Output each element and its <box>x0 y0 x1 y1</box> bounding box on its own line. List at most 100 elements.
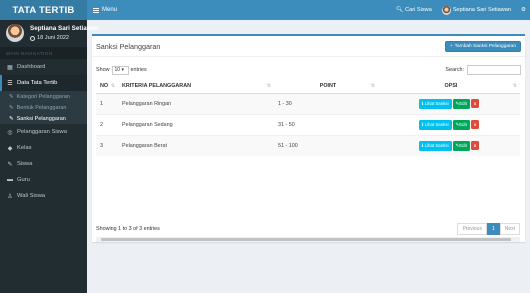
pin-icon: ✎ <box>9 115 14 122</box>
cell-kriteria: Pelanggaran Sedang <box>118 113 274 135</box>
edit-button[interactable]: ✎Edit <box>452 140 470 151</box>
table-header-row: NO ⇅ KRITERIA PELANGGARAN ⇅ POINT ⇅ OPSI ⇅ <box>96 79 520 94</box>
sort-icon: ⇅ <box>512 82 517 89</box>
search-input[interactable] <box>467 65 521 75</box>
sidebar-subitem-sanksi[interactable]: ✎ Sanksi Pelanggaran <box>0 113 87 124</box>
user-date-text: 18 Juni 2022 <box>37 35 70 41</box>
delete-button[interactable]: x <box>470 120 480 129</box>
submenu: ✎ Kategori Pelanggaran ✎ Bentuk Pelangga… <box>0 91 87 124</box>
sidebar-subitem-label: Sanksi Pelanggaran <box>16 115 66 122</box>
delete-label: x <box>473 122 477 127</box>
user-date: 18 Juni 2022 <box>30 35 87 41</box>
clock-icon <box>30 35 35 41</box>
table-footer: Showing 1 to 3 of 3 entries Previous 1 N… <box>96 223 520 235</box>
app-logo[interactable]: TATA TERTIB <box>0 0 87 20</box>
sidebar-item-data-tata-tertib[interactable]: ☰ Data Tata Tertib <box>0 75 87 91</box>
avatar <box>441 5 451 15</box>
sidebar-item-pelanggaran-siswa[interactable]: ◎ Pelanggaran Siswa <box>0 124 87 140</box>
sidebar-item-label: Guru <box>17 177 30 183</box>
edit-button[interactable]: ✎Edit <box>452 119 470 130</box>
user-panel: Septiana Sari Setiawan 18 Juni 2022 <box>0 20 99 47</box>
add-sanksi-button[interactable]: + Tambah Sanksi Pelanggaran <box>444 40 521 52</box>
sidebar-subitem-kategori[interactable]: ✎ Kategori Pelanggaran <box>0 91 87 102</box>
user-menu-label: Septiana Sari Setiawan <box>452 7 511 13</box>
box-header: Sanksi Pelanggaran + Tambah Sanksi Pelan… <box>92 36 525 57</box>
column-header-opsi[interactable]: OPSI ⇅ <box>378 79 520 94</box>
cell-no: 3 <box>96 134 118 156</box>
delete-button[interactable]: x <box>470 141 480 151</box>
cell-kriteria: Pelanggaran Berat <box>118 134 274 156</box>
search-icon: 🔍︎ <box>395 7 404 13</box>
plus-icon: + <box>449 43 453 49</box>
scrollbar-thumb[interactable] <box>101 238 511 241</box>
lihat-sanksi-button[interactable]: ℹ Lihat Sanksi <box>418 140 452 151</box>
page-1-button[interactable]: 1 <box>486 223 500 235</box>
cell-point: 1 - 30 <box>274 92 378 114</box>
delete-label: x <box>473 101 477 106</box>
sidebar-item-kelas[interactable]: ◆ Kelas <box>0 140 87 156</box>
user-menu[interactable]: Septiana Sari Setiawan <box>441 5 511 15</box>
sidebar-item-guru[interactable]: ▬ Guru <box>0 172 87 188</box>
avatar <box>6 24 24 42</box>
show-label: Show <box>96 67 110 73</box>
horizontal-scrollbar[interactable] <box>96 237 520 242</box>
search-label: Search: <box>445 67 464 73</box>
edit-button[interactable]: ✎Edit <box>452 98 470 109</box>
top-navbar: Menu 🔍︎ Cari Siswa Septiana Sari Setiawa… <box>87 0 530 20</box>
previous-page-button[interactable]: Previous <box>457 223 487 235</box>
sidebar-item-label: Data Tata Tertib <box>17 80 58 86</box>
cell-opsi: ℹ Lihat Sanksi ✎Edit x <box>378 92 520 114</box>
sidebar-item-label: Kelas <box>17 145 32 151</box>
cell-point: 51 - 100 <box>274 134 378 156</box>
box-title: Sanksi Pelanggaran <box>96 41 161 51</box>
sidebar-item-dashboard[interactable]: ▦ Dashboard <box>0 59 87 75</box>
cell-no: 2 <box>96 113 118 135</box>
sanksi-box: Sanksi Pelanggaran + Tambah Sanksi Pelan… <box>92 34 525 242</box>
sidebar-subitem-label: Kategori Pelanggaran <box>16 93 70 100</box>
sidebar-item-label: Siswa <box>17 161 33 167</box>
content-area: Sanksi Pelanggaran + Tambah Sanksi Pelan… <box>87 20 530 293</box>
entries-select[interactable]: 10 ▾ <box>111 65 129 75</box>
entries-label: entries <box>130 67 147 73</box>
sidebar-item-label: Pelanggaran Siswa <box>17 129 67 135</box>
pin-icon: ✎ <box>9 104 14 111</box>
cell-point: 31 - 50 <box>274 113 378 135</box>
cell-opsi: ℹ Lihat Sanksi ✎Edit x <box>378 134 520 156</box>
lihat-sanksi-button[interactable]: ℹ Lihat Sanksi <box>418 119 452 130</box>
navbar-right: 🔍︎ Cari Siswa Septiana Sari Setiawan ⚙ <box>396 5 530 15</box>
sidebar-item-wali-siswa[interactable]: ♙ Wali Siswa <box>0 188 87 204</box>
delete-button[interactable]: x <box>470 99 480 108</box>
nav-header: MAIN NAVIGATION <box>0 47 87 59</box>
tag-icon: ◆ <box>7 145 13 152</box>
dashboard-icon: ▦ <box>7 64 13 71</box>
sidebar-item-label: Wali Siswa <box>17 193 46 199</box>
column-header-point[interactable]: POINT ⇅ <box>274 79 378 94</box>
search-student-link[interactable]: 🔍︎ Cari Siswa <box>396 7 432 13</box>
table-controls: Show 10 ▾ entries Search: <box>92 57 525 76</box>
entries-info: Showing 1 to 3 of 3 entries <box>96 226 160 232</box>
lihat-sanksi-button[interactable]: ℹ Lihat Sanksi <box>418 98 452 109</box>
sidebar-subitem-label: Bentuk Pelanggaran <box>16 104 67 111</box>
add-sanksi-label: Tambah Sanksi Pelanggaran <box>454 43 516 49</box>
sidebar-subitem-bentuk[interactable]: ✎ Bentuk Pelanggaran <box>0 102 87 113</box>
column-header-kriteria[interactable]: KRITERIA PELANGGARAN ⇅ <box>118 79 274 94</box>
person-icon: ♙ <box>7 193 13 200</box>
sidebar: TATA TERTIB Septiana Sari Setiawan 18 Ju… <box>0 0 99 293</box>
next-page-button[interactable]: Next <box>499 223 520 235</box>
table-row: 2 Pelanggaran Sedang 31 - 50 ℹ Lihat San… <box>96 113 520 135</box>
user-icon: ✎ <box>7 161 13 168</box>
entries-value: 10 <box>114 66 121 73</box>
sanksi-table: NO ⇅ KRITERIA PELANGGARAN ⇅ POINT ⇅ OPSI ⇅ 1… <box>96 79 520 156</box>
search-student-label: Cari Siswa <box>405 7 432 13</box>
sort-icon: ⇅ <box>110 82 115 89</box>
circle-icon: ◎ <box>7 129 13 136</box>
menu-label: Menu <box>102 7 118 13</box>
pin-icon: ✎ <box>9 93 14 100</box>
sidebar-item-siswa[interactable]: ✎ Siswa <box>0 156 87 172</box>
column-header-no[interactable]: NO ⇅ <box>96 79 118 94</box>
cell-opsi: ℹ Lihat Sanksi ✎Edit x <box>378 113 520 135</box>
hamburger-icon <box>93 7 99 13</box>
gear-icon[interactable]: ⚙ <box>521 7 526 13</box>
search-wrap: Search: <box>445 65 521 75</box>
sidebar-toggle[interactable]: Menu <box>87 7 117 13</box>
